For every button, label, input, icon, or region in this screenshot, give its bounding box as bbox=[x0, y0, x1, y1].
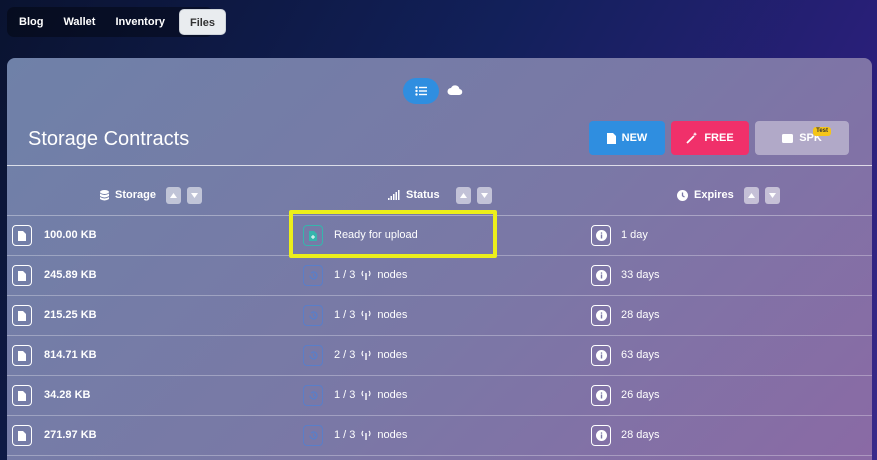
status-text: 1 / 3 nodes bbox=[334, 389, 407, 401]
expires-value: 28 days bbox=[621, 309, 660, 321]
file-size: 814.71 KB bbox=[44, 349, 97, 361]
sort-asc-button[interactable] bbox=[455, 186, 471, 204]
status-text: 2 / 3 nodes bbox=[334, 349, 407, 361]
expires-value: 33 days bbox=[621, 269, 660, 281]
caret-up-icon bbox=[459, 192, 467, 198]
info-icon[interactable] bbox=[591, 345, 611, 366]
nodes-label: nodes bbox=[377, 269, 408, 281]
sort-desc-button[interactable] bbox=[764, 186, 780, 204]
expires-value: 1 day bbox=[621, 229, 648, 241]
file-ready-icon[interactable] bbox=[303, 225, 323, 246]
column-label-expires: Expires bbox=[694, 189, 734, 201]
tab-blog[interactable]: Blog bbox=[9, 9, 53, 35]
free-button-label: FREE bbox=[704, 132, 734, 144]
tower-broadcast-icon bbox=[361, 270, 371, 280]
tab-inventory[interactable]: Inventory bbox=[105, 9, 175, 35]
file-icon[interactable] bbox=[12, 225, 32, 246]
tab-wallet[interactable]: Wallet bbox=[53, 9, 105, 35]
file-size: 245.89 KB bbox=[44, 269, 97, 281]
column-label-status: Status bbox=[406, 189, 440, 201]
file-size: 100.00 KB bbox=[44, 229, 97, 241]
file-icon[interactable] bbox=[12, 385, 32, 406]
page-title: Storage Contracts bbox=[28, 128, 190, 150]
column-header-status: Status bbox=[388, 186, 492, 204]
tower-broadcast-icon bbox=[361, 350, 371, 360]
history-icon[interactable] bbox=[303, 425, 323, 446]
new-button[interactable]: NEW bbox=[589, 121, 665, 155]
tower-broadcast-icon bbox=[361, 390, 371, 400]
table-row[interactable]: 34.28 KB 1 / 3 nodes 26 days bbox=[7, 376, 872, 416]
history-icon[interactable] bbox=[303, 265, 323, 286]
expires-value: 63 days bbox=[621, 349, 660, 361]
sort-asc-button[interactable] bbox=[743, 186, 759, 204]
wallet-icon bbox=[782, 134, 794, 143]
node-count: 1 / 3 bbox=[334, 309, 356, 321]
nodes-label: nodes bbox=[377, 429, 408, 441]
status-text: 1 / 3 nodes bbox=[334, 309, 407, 321]
file-icon[interactable] bbox=[12, 425, 32, 446]
file-size: 215.25 KB bbox=[44, 309, 97, 321]
caret-up-icon bbox=[169, 192, 177, 198]
history-icon[interactable] bbox=[303, 305, 323, 326]
nodes-label: nodes bbox=[377, 309, 408, 321]
file-icon[interactable] bbox=[12, 345, 32, 366]
tab-files[interactable]: Files bbox=[178, 9, 227, 35]
file-size: 271.97 KB bbox=[44, 429, 97, 441]
history-icon[interactable] bbox=[303, 345, 323, 366]
sort-desc-button[interactable] bbox=[186, 186, 202, 204]
node-count: 1 / 3 bbox=[334, 389, 356, 401]
info-icon[interactable] bbox=[591, 425, 611, 446]
signal-icon bbox=[388, 190, 400, 200]
file-icon[interactable] bbox=[12, 305, 32, 326]
column-label-storage: Storage bbox=[115, 189, 156, 201]
caret-down-icon bbox=[480, 192, 488, 198]
status-text: 1 / 3 nodes bbox=[334, 269, 407, 281]
sort-asc-button[interactable] bbox=[165, 186, 181, 204]
node-count: 2 / 3 bbox=[334, 349, 356, 361]
status-text: Ready for upload bbox=[334, 229, 418, 241]
info-icon[interactable] bbox=[591, 225, 611, 246]
table-row[interactable]: 100.00 KB Ready for upload 1 day bbox=[7, 216, 872, 256]
file-icon[interactable] bbox=[12, 265, 32, 286]
free-button[interactable]: FREE bbox=[671, 121, 749, 155]
info-icon[interactable] bbox=[591, 265, 611, 286]
file-size: 34.28 KB bbox=[44, 389, 91, 401]
list-icon bbox=[415, 86, 427, 96]
expires-value: 26 days bbox=[621, 389, 660, 401]
nodes-label: nodes bbox=[377, 389, 408, 401]
test-badge: Test bbox=[813, 127, 831, 136]
spk-button[interactable]: SPK Test bbox=[755, 121, 849, 155]
status-text: 1 / 3 nodes bbox=[334, 429, 407, 441]
tower-broadcast-icon bbox=[361, 430, 371, 440]
caret-down-icon bbox=[768, 192, 776, 198]
table-row[interactable]: 271.97 KB 1 / 3 nodes 28 days bbox=[7, 416, 872, 456]
expires-value: 28 days bbox=[621, 429, 660, 441]
top-nav: Blog Wallet Inventory Files bbox=[7, 7, 227, 37]
table-row[interactable]: 245.89 KB 1 / 3 nodes 33 days bbox=[7, 256, 872, 296]
table-row[interactable]: 215.25 KB 1 / 3 nodes 28 days bbox=[7, 296, 872, 336]
storage-panel: Storage Contracts NEW FREE SPK Test Stor… bbox=[7, 58, 872, 460]
history-icon[interactable] bbox=[303, 385, 323, 406]
caret-up-icon bbox=[747, 192, 755, 198]
table-row[interactable]: 814.71 KB 2 / 3 nodes 63 days bbox=[7, 336, 872, 376]
file-icon bbox=[606, 132, 616, 144]
nodes-label: nodes bbox=[377, 349, 408, 361]
node-count: 1 / 3 bbox=[334, 429, 356, 441]
sort-desc-button[interactable] bbox=[476, 186, 492, 204]
list-view-button[interactable] bbox=[403, 78, 439, 104]
node-count: 1 / 3 bbox=[334, 269, 356, 281]
info-icon[interactable] bbox=[591, 385, 611, 406]
info-icon[interactable] bbox=[591, 305, 611, 326]
column-header-expires: Expires bbox=[677, 186, 780, 204]
new-button-label: NEW bbox=[621, 132, 648, 144]
tower-broadcast-icon bbox=[361, 310, 371, 320]
column-header-storage: Storage bbox=[100, 186, 202, 204]
database-icon bbox=[100, 189, 109, 200]
magic-wand-icon bbox=[686, 132, 698, 144]
caret-down-icon bbox=[190, 192, 198, 198]
cloud-icon[interactable] bbox=[447, 84, 463, 96]
header-divider bbox=[7, 165, 872, 166]
clock-icon bbox=[677, 189, 688, 201]
